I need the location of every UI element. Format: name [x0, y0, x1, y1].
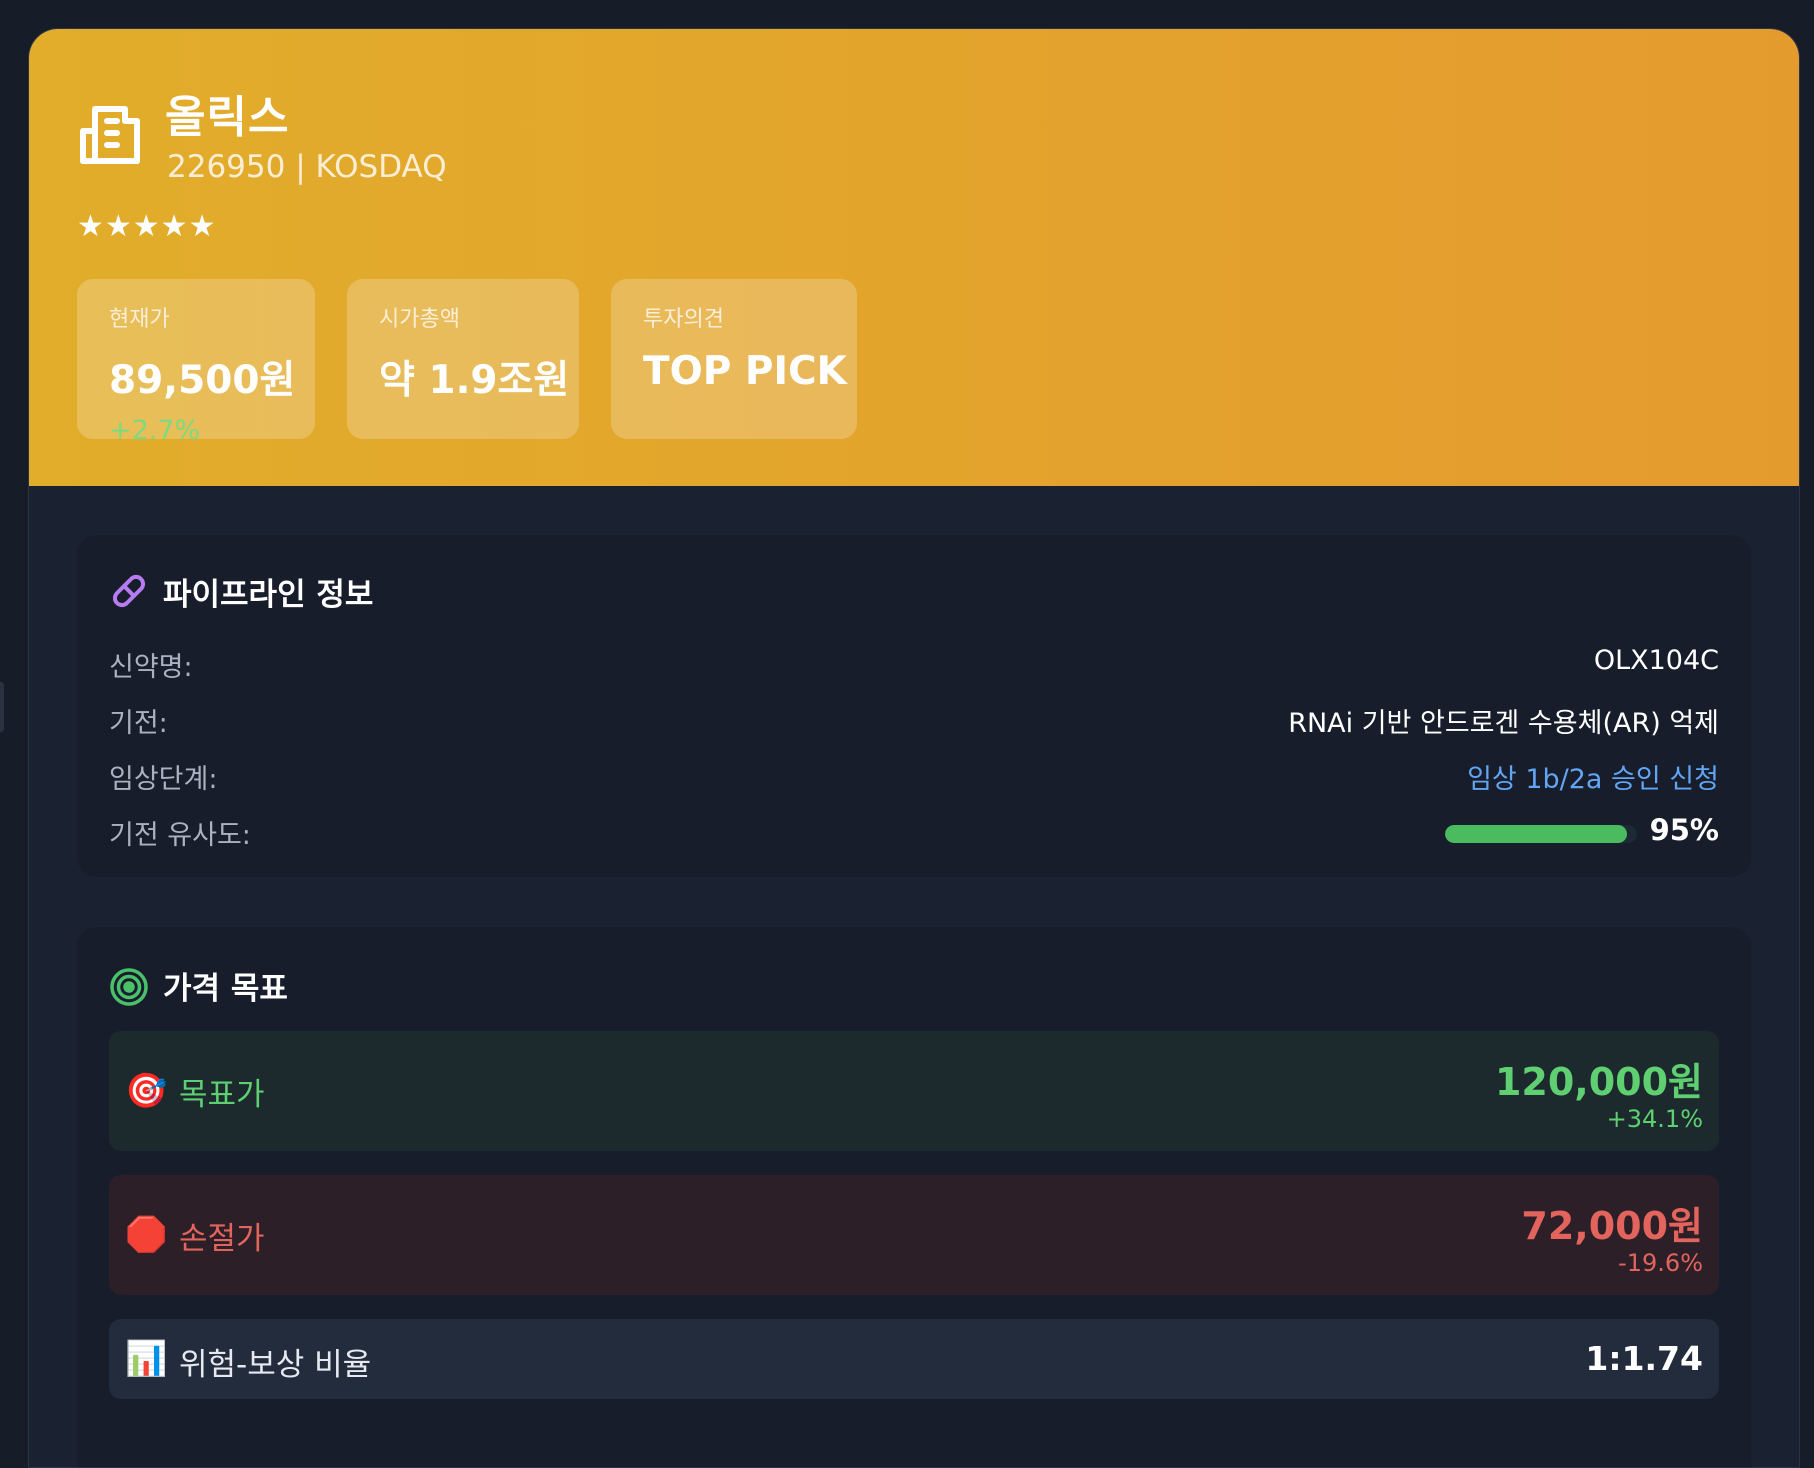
current-price-card: 현재가 89,500원 +2.7% — [77, 279, 315, 446]
risk-reward-box: 📊 위험-보상 비율 1:1.74 — [109, 1319, 1719, 1399]
investment-opinion-card: 투자의견 TOP PICK — [611, 279, 857, 439]
mechanism-label: 기전: — [109, 708, 168, 739]
price-target-title: 가격 목표 — [163, 971, 288, 1007]
pipeline-title: 파이프라인 정보 — [163, 577, 374, 613]
current-price-value: 89,500원 — [109, 358, 296, 403]
bar-chart-icon: 📊 — [125, 1339, 168, 1379]
drug-name-label: 신약명: — [109, 652, 193, 683]
mechanism-value: RNAi 기반 안드로겐 수용체(AR) 억제 — [1288, 708, 1719, 739]
pipeline-panel: 파이프라인 정보 신약명: OLX104C 기전: RNAi 기반 안드로겐 수… — [77, 535, 1751, 877]
target-price-pct: +34.1% — [1606, 1105, 1703, 1133]
target-price-value: 120,000원 — [1494, 1060, 1703, 1104]
price-target-panel: 가격 목표 🎯 목표가 120,000원 +34.1% 🛑 손절가 72,000… — [77, 927, 1751, 1467]
similarity-value: 95% — [1649, 813, 1719, 847]
stop-loss-label: 손절가 — [179, 1221, 265, 1257]
stop-sign-icon: 🛑 — [125, 1215, 168, 1255]
investment-opinion-label: 투자의견 — [643, 307, 724, 332]
drug-name-value: OLX104C — [1593, 645, 1719, 676]
similarity-progress-fill — [1445, 825, 1628, 843]
target-price-label: 목표가 — [179, 1077, 265, 1113]
current-price-label: 현재가 — [109, 307, 170, 332]
rating-stars: ★★★★★ — [77, 209, 217, 244]
dart-icon: 🎯 — [125, 1071, 168, 1111]
building-icon — [80, 106, 140, 164]
card-header: 올릭스 226950 | KOSDAQ ★★★★★ 현재가 89,500원 +2… — [29, 29, 1799, 486]
side-panel-handle[interactable] — [0, 682, 4, 732]
stop-loss-value: 72,000원 — [1521, 1204, 1703, 1248]
clinical-phase-link[interactable]: 임상 1b/2a 승인 신청 — [1467, 757, 1719, 796]
bullseye-icon — [110, 968, 148, 1006]
risk-reward-value: 1:1.74 — [1585, 1339, 1703, 1378]
stop-loss-pct: -19.6% — [1618, 1249, 1703, 1277]
stop-loss-box: 🛑 손절가 72,000원 -19.6% — [109, 1175, 1719, 1295]
similarity-progress-bar — [1445, 825, 1637, 843]
stock-code-market: 226950 | KOSDAQ — [167, 149, 447, 185]
similarity-label: 기전 유사도: — [109, 820, 251, 851]
clinical-phase-label: 임상단계: — [109, 764, 218, 795]
risk-reward-label: 위험-보상 비율 — [179, 1347, 372, 1383]
info-row-clinical-phase: 임상단계: 임상 1b/2a 승인 신청 — [109, 757, 1719, 797]
info-row-mechanism: 기전: RNAi 기반 안드로겐 수용체(AR) 억제 — [109, 701, 1719, 741]
market-cap-value: 약 1.9조원 — [379, 358, 570, 403]
company-name: 올릭스 — [165, 92, 290, 143]
market-cap-card: 시가총액 약 1.9조원 — [347, 279, 579, 439]
info-row-drug-name: 신약명: OLX104C — [109, 645, 1719, 685]
market-cap-label: 시가총액 — [379, 307, 460, 332]
info-row-similarity: 기전 유사도: 95% — [109, 813, 1719, 853]
pill-icon — [112, 574, 146, 608]
target-price-box: 🎯 목표가 120,000원 +34.1% — [109, 1031, 1719, 1151]
investment-opinion-value: TOP PICK — [643, 349, 847, 394]
price-change: +2.7% — [109, 415, 201, 446]
stock-card: 올릭스 226950 | KOSDAQ ★★★★★ 현재가 89,500원 +2… — [28, 28, 1800, 1468]
